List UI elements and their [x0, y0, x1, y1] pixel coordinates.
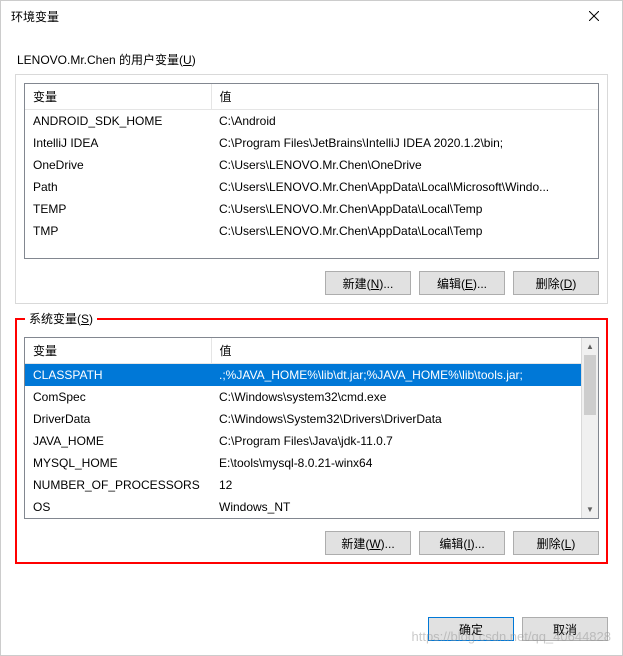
var-value-cell: C:\Program Files\JetBrains\IntelliJ IDEA…: [211, 132, 598, 154]
var-value-cell: Windows_NT: [211, 496, 598, 518]
var-name-cell: TEMP: [25, 198, 211, 220]
user-vars-table[interactable]: 变量 值 ANDROID_SDK_HOMEC:\AndroidIntelliJ …: [25, 84, 598, 242]
scroll-thumb[interactable]: [584, 355, 596, 415]
user-col-value[interactable]: 值: [211, 84, 598, 110]
close-icon: [589, 11, 599, 21]
system-vars-table-wrap: 变量 值 CLASSPATH.;%JAVA_HOME%\lib\dt.jar;%…: [24, 337, 599, 519]
titlebar: 环境变量: [1, 1, 622, 31]
var-value-cell: .;%JAVA_HOME%\lib\dt.jar;%JAVA_HOME%\lib…: [211, 364, 598, 386]
scroll-up-icon[interactable]: ▲: [582, 338, 598, 355]
user-vars-table-wrap: 变量 值 ANDROID_SDK_HOMEC:\AndroidIntelliJ …: [24, 83, 599, 259]
var-value-cell: C:\Users\LENOVO.Mr.Chen\AppData\Local\Te…: [211, 198, 598, 220]
var-name-cell: MYSQL_HOME: [25, 452, 211, 474]
var-name-cell: OneDrive: [25, 154, 211, 176]
table-row[interactable]: ComSpecC:\Windows\system32\cmd.exe: [25, 386, 598, 408]
user-edit-button[interactable]: 编辑(E)...: [419, 271, 505, 295]
scroll-down-icon[interactable]: ▼: [582, 501, 598, 518]
var-value-cell: C:\Users\LENOVO.Mr.Chen\AppData\Local\Te…: [211, 220, 598, 242]
system-vars-buttons: 新建(W)... 编辑(I)... 删除(L): [24, 531, 599, 555]
user-vars-group: 变量 值 ANDROID_SDK_HOMEC:\AndroidIntelliJ …: [15, 74, 608, 304]
dialog-content: LENOVO.Mr.Chen 的用户变量(U) 变量 值 ANDROID_SDK…: [1, 31, 622, 603]
table-row[interactable]: OSWindows_NT: [25, 496, 598, 518]
table-row[interactable]: TEMPC:\Users\LENOVO.Mr.Chen\AppData\Loca…: [25, 198, 598, 220]
cancel-button[interactable]: 取消: [522, 617, 608, 641]
dialog-footer: 确定 取消: [1, 603, 622, 655]
var-name-cell: DriverData: [25, 408, 211, 430]
environment-variables-dialog: 环境变量 LENOVO.Mr.Chen 的用户变量(U) 变量 值 ANDROI: [0, 0, 623, 656]
sys-edit-button[interactable]: 编辑(I)...: [419, 531, 505, 555]
var-value-cell: C:\Users\LENOVO.Mr.Chen\OneDrive: [211, 154, 598, 176]
var-name-cell: NUMBER_OF_PROCESSORS: [25, 474, 211, 496]
table-row[interactable]: CLASSPATH.;%JAVA_HOME%\lib\dt.jar;%JAVA_…: [25, 364, 598, 386]
table-row[interactable]: IntelliJ IDEAC:\Program Files\JetBrains\…: [25, 132, 598, 154]
close-button[interactable]: [574, 3, 614, 29]
table-row[interactable]: MYSQL_HOMEE:\tools\mysql-8.0.21-winx64: [25, 452, 598, 474]
var-name-cell: ComSpec: [25, 386, 211, 408]
user-vars-buttons: 新建(N)... 编辑(E)... 删除(D): [24, 271, 599, 295]
system-vars-table[interactable]: 变量 值 CLASSPATH.;%JAVA_HOME%\lib\dt.jar;%…: [25, 338, 598, 518]
sys-col-name[interactable]: 变量: [25, 338, 211, 364]
ok-button[interactable]: 确定: [428, 617, 514, 641]
system-vars-label: 系统变量(S): [25, 310, 97, 327]
var-name-cell: ANDROID_SDK_HOME: [25, 110, 211, 132]
var-value-cell: C:\Android: [211, 110, 598, 132]
user-new-button[interactable]: 新建(N)...: [325, 271, 411, 295]
sys-delete-button[interactable]: 删除(L): [513, 531, 599, 555]
table-row[interactable]: TMPC:\Users\LENOVO.Mr.Chen\AppData\Local…: [25, 220, 598, 242]
sys-scrollbar[interactable]: ▲ ▼: [581, 338, 598, 518]
user-vars-label: LENOVO.Mr.Chen 的用户变量(U): [17, 51, 608, 68]
var-value-cell: C:\Program Files\Java\jdk-11.0.7: [211, 430, 598, 452]
var-name-cell: TMP: [25, 220, 211, 242]
var-name-cell: IntelliJ IDEA: [25, 132, 211, 154]
table-row[interactable]: JAVA_HOMEC:\Program Files\Java\jdk-11.0.…: [25, 430, 598, 452]
user-col-name[interactable]: 变量: [25, 84, 211, 110]
var-value-cell: E:\tools\mysql-8.0.21-winx64: [211, 452, 598, 474]
dialog-title: 环境变量: [11, 8, 59, 25]
var-value-cell: 12: [211, 474, 598, 496]
var-value-cell: C:\Users\LENOVO.Mr.Chen\AppData\Local\Mi…: [211, 176, 598, 198]
table-row[interactable]: PathC:\Users\LENOVO.Mr.Chen\AppData\Loca…: [25, 176, 598, 198]
table-row[interactable]: OneDriveC:\Users\LENOVO.Mr.Chen\OneDrive: [25, 154, 598, 176]
user-delete-button[interactable]: 删除(D): [513, 271, 599, 295]
var-name-cell: OS: [25, 496, 211, 518]
sys-col-value[interactable]: 值: [211, 338, 598, 364]
system-vars-group: 系统变量(S) 变量 值 CLASSPATH.;%JAVA_HOME%\lib\…: [15, 318, 608, 564]
table-row[interactable]: NUMBER_OF_PROCESSORS12: [25, 474, 598, 496]
var-name-cell: CLASSPATH: [25, 364, 211, 386]
table-row[interactable]: ANDROID_SDK_HOMEC:\Android: [25, 110, 598, 132]
var-name-cell: JAVA_HOME: [25, 430, 211, 452]
var-value-cell: C:\Windows\System32\Drivers\DriverData: [211, 408, 598, 430]
var-name-cell: Path: [25, 176, 211, 198]
sys-new-button[interactable]: 新建(W)...: [325, 531, 411, 555]
table-row[interactable]: DriverDataC:\Windows\System32\Drivers\Dr…: [25, 408, 598, 430]
var-value-cell: C:\Windows\system32\cmd.exe: [211, 386, 598, 408]
